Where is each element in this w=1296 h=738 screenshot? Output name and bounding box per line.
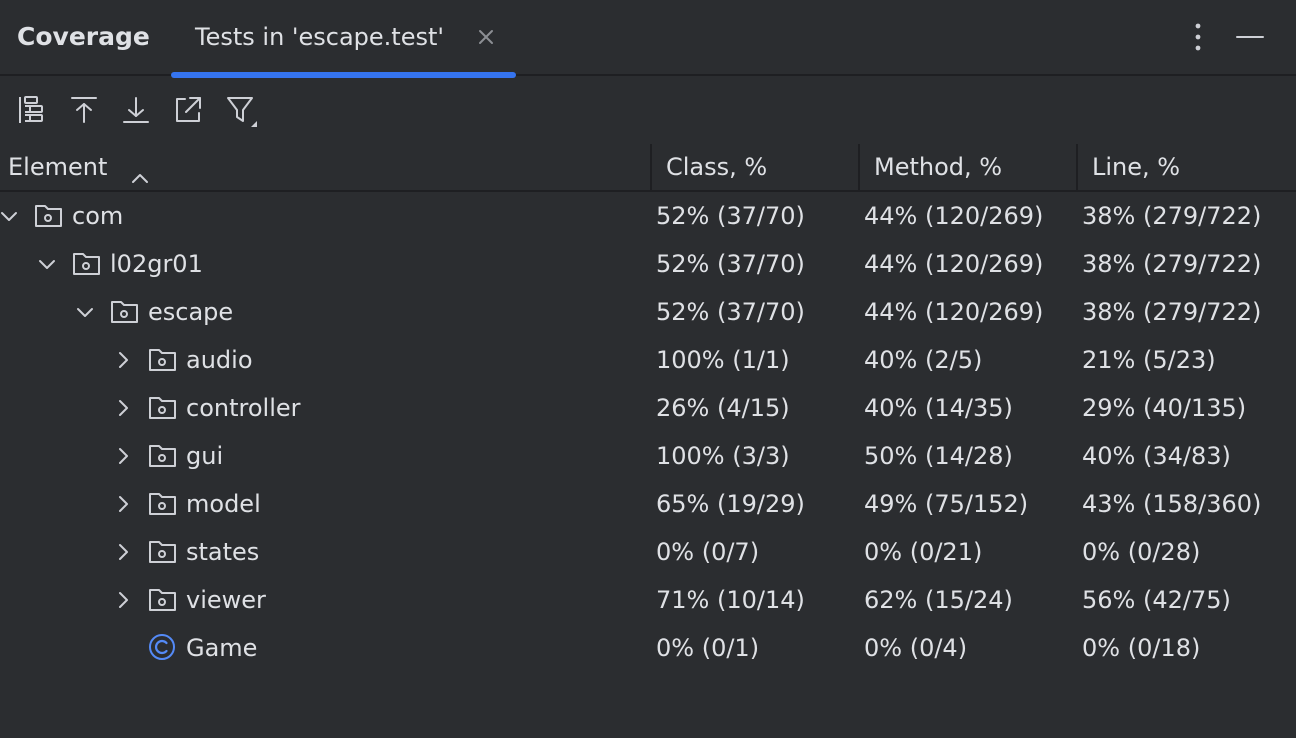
chevron-right-icon[interactable] — [112, 397, 134, 419]
table-row[interactable]: states 0% (0/7) 0% (0/21) 0% (0/28) — [0, 528, 1296, 576]
row-line-coverage: 56% (42/75) — [1082, 586, 1231, 614]
class-icon — [148, 634, 178, 661]
tab-label: Tests in 'escape.test' — [195, 23, 444, 51]
row-class-coverage: 0% (0/1) — [656, 634, 760, 662]
row-line-coverage: 0% (0/18) — [1082, 634, 1201, 662]
row-element-name: states — [186, 538, 260, 566]
table-row[interactable]: escape 52% (37/70) 44% (120/269) 38% (279/7… — [0, 288, 1296, 336]
row-class-coverage: 52% (37/70) — [656, 202, 805, 230]
row-class-coverage: 52% (37/70) — [656, 250, 805, 278]
package-folder-icon — [148, 347, 178, 373]
row-line-coverage: 38% (279/722) — [1082, 298, 1262, 326]
column-header-class[interactable]: Class, % — [666, 144, 767, 190]
flatten-packages-icon[interactable] — [16, 94, 48, 126]
row-line-coverage: 43% (158/360) — [1082, 490, 1262, 518]
coverage-toolbar — [0, 78, 1296, 144]
table-row[interactable]: l02gr01 52% (37/70) 44% (120/269) 38% (279/… — [0, 240, 1296, 288]
package-folder-icon — [72, 251, 102, 277]
tool-window-header: Coverage Tests in 'escape.test' — [0, 0, 1296, 78]
column-header-method[interactable]: Method, % — [874, 144, 1002, 190]
row-class-coverage: 71% (10/14) — [656, 586, 805, 614]
row-class-coverage: 65% (19/29) — [656, 490, 805, 518]
row-element-name: viewer — [186, 586, 266, 614]
row-element-name: Game — [186, 634, 258, 662]
tool-window-title: Coverage — [17, 22, 150, 51]
chevron-down-icon[interactable] — [0, 205, 20, 227]
row-element-name: gui — [186, 442, 224, 470]
chevron-down-icon[interactable] — [74, 301, 96, 323]
coverage-tree-table: com 52% (37/70) 44% (120/269) 38% (279/722)… — [0, 192, 1296, 672]
chevron-right-icon[interactable] — [112, 589, 134, 611]
package-folder-icon — [148, 587, 178, 613]
row-method-coverage: 44% (120/269) — [864, 298, 1044, 326]
table-row[interactable]: audio 100% (1/1) 40% (2/5) 21% (5/23) — [0, 336, 1296, 384]
table-row[interactable]: controller 26% (4/15) 40% (14/35) 29% (40/1… — [0, 384, 1296, 432]
row-method-coverage: 0% (0/4) — [864, 634, 968, 662]
row-method-coverage: 0% (0/21) — [864, 538, 983, 566]
package-folder-icon — [148, 491, 178, 517]
row-line-coverage: 40% (34/83) — [1082, 442, 1231, 470]
row-method-coverage: 49% (75/152) — [864, 490, 1029, 518]
navigate-down-icon[interactable] — [120, 94, 152, 126]
filter-icon[interactable] — [224, 94, 257, 127]
row-method-coverage: 44% (120/269) — [864, 250, 1044, 278]
row-class-coverage: 0% (0/7) — [656, 538, 760, 566]
row-element-name: audio — [186, 346, 253, 374]
package-folder-icon — [110, 299, 140, 325]
column-divider[interactable] — [858, 144, 860, 190]
row-line-coverage: 21% (5/23) — [1082, 346, 1216, 374]
row-class-coverage: 52% (37/70) — [656, 298, 805, 326]
row-element-name: escape — [148, 298, 234, 326]
row-method-coverage: 44% (120/269) — [864, 202, 1044, 230]
row-line-coverage: 38% (279/722) — [1082, 250, 1262, 278]
chevron-right-icon[interactable] — [112, 349, 134, 371]
table-row[interactable]: viewer 71% (10/14) 62% (15/24) 56% (42/75) — [0, 576, 1296, 624]
row-method-coverage: 40% (2/5) — [864, 346, 983, 374]
row-method-coverage: 40% (14/35) — [864, 394, 1013, 422]
chevron-down-icon[interactable] — [36, 253, 58, 275]
column-header-line[interactable]: Line, % — [1092, 144, 1180, 190]
row-line-coverage: 38% (279/722) — [1082, 202, 1262, 230]
row-element-name: controller — [186, 394, 301, 422]
column-divider[interactable] — [1076, 144, 1078, 190]
row-element-name: model — [186, 490, 261, 518]
tab-tests-escape[interactable]: Tests in 'escape.test' — [171, 0, 516, 78]
row-method-coverage: 62% (15/24) — [864, 586, 1013, 614]
row-element-name: com — [72, 202, 124, 230]
package-folder-icon — [34, 203, 64, 229]
table-header: Element Class, % Method, % Line, % — [0, 144, 1296, 192]
navigate-up-icon[interactable] — [68, 94, 100, 126]
column-divider[interactable] — [650, 144, 652, 190]
row-line-coverage: 29% (40/135) — [1082, 394, 1247, 422]
chevron-right-icon[interactable] — [112, 445, 134, 467]
export-icon[interactable] — [172, 94, 204, 126]
sort-ascending-icon — [130, 158, 150, 183]
table-row[interactable]: model 65% (19/29) 49% (75/152) 43% (158/360… — [0, 480, 1296, 528]
package-folder-icon — [148, 395, 178, 421]
row-class-coverage: 100% (3/3) — [656, 442, 790, 470]
table-row[interactable]: gui 100% (3/3) 50% (14/28) 40% (34/83) — [0, 432, 1296, 480]
row-line-coverage: 0% (0/28) — [1082, 538, 1201, 566]
row-method-coverage: 50% (14/28) — [864, 442, 1013, 470]
package-folder-icon — [148, 539, 178, 565]
table-row[interactable]: Game 0% (0/1) 0% (0/4) 0% (0/18) — [0, 624, 1296, 672]
chevron-right-icon[interactable] — [112, 493, 134, 515]
column-header-element-label: Element — [8, 153, 108, 181]
column-header-element[interactable]: Element — [8, 144, 648, 190]
package-folder-icon — [148, 443, 178, 469]
row-element-name: l02gr01 — [110, 250, 203, 278]
coverage-tool-window: Coverage Tests in 'escape.test' Element … — [0, 0, 1296, 738]
row-class-coverage: 100% (1/1) — [656, 346, 790, 374]
close-icon[interactable] — [473, 24, 499, 50]
chevron-right-icon[interactable] — [112, 541, 134, 563]
row-class-coverage: 26% (4/15) — [656, 394, 790, 422]
table-row[interactable]: com 52% (37/70) 44% (120/269) 38% (279/722) — [0, 192, 1296, 240]
more-options-icon[interactable] — [1181, 20, 1215, 54]
minimize-icon[interactable] — [1233, 20, 1267, 54]
